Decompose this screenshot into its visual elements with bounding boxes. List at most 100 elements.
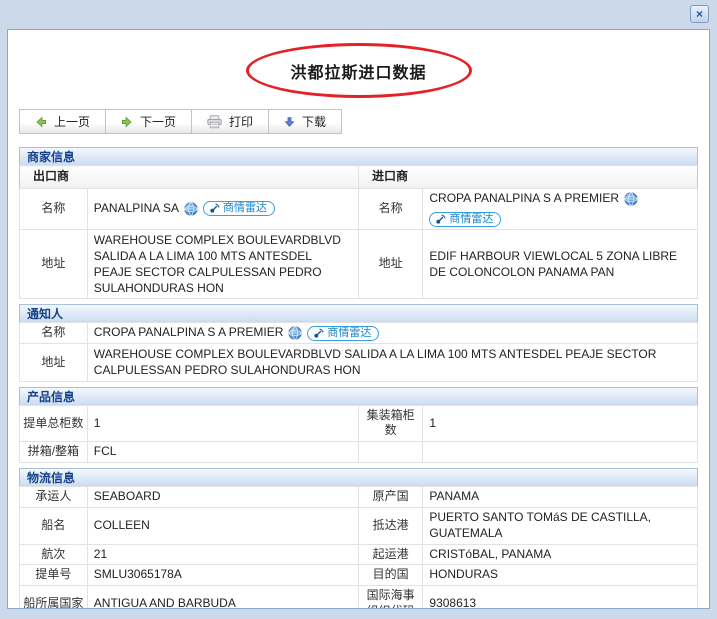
- radar-badge-label: 商情雷达: [327, 327, 371, 340]
- exporter-column-header: 出口商: [20, 166, 359, 189]
- section-header-notify: 通知人: [19, 304, 698, 322]
- section-merchant-info: 商家信息 出口商 进口商 名称 PANALPINA SA: [19, 147, 698, 299]
- field-value: CRISTóBAL, PANAMA: [423, 544, 698, 565]
- field-value: COLLEEN: [87, 507, 358, 544]
- exporter-name-value: PANALPINA SA: [94, 201, 179, 217]
- field-label: 名称: [358, 188, 422, 229]
- prev-page-button[interactable]: 上一页: [19, 109, 106, 134]
- notify-address-value: WAREHOUSE COMPLEX BOULEVARDBLVD SALIDA A…: [87, 344, 697, 381]
- red-ellipse-annotation: 洪都拉斯进口数据: [246, 43, 472, 98]
- field-value: PUERTO SANTO TOMáS DE CASTILLA, GUATEMAL…: [423, 507, 698, 544]
- print-label: 打印: [229, 113, 253, 130]
- radar-icon: [209, 203, 220, 214]
- table-row: 名称 PANALPINA SA: [20, 188, 698, 229]
- field-value: HONDURAS: [423, 565, 698, 586]
- field-value: [423, 442, 698, 463]
- field-value: FCL: [87, 442, 358, 463]
- field-value: PANAMA: [423, 487, 698, 508]
- logistics-table: 承运人 SEABOARD 原产国 PANAMA 船名 COLLEEN 抵达港 P…: [19, 486, 698, 609]
- field-label: 承运人: [20, 487, 88, 508]
- shangqing-radar-badge[interactable]: 商情雷达: [429, 212, 501, 227]
- close-icon: ×: [696, 7, 703, 21]
- download-arrow-icon: [284, 116, 295, 128]
- field-label: 起运港: [358, 544, 422, 565]
- radar-badge-label: 商情雷达: [223, 202, 267, 215]
- product-table: 提单总柜数 1 集装箱柜数 1 拼箱/整箱 FCL: [19, 405, 698, 463]
- dialog-window: × 洪都拉斯进口数据 上一页 下一页: [0, 0, 717, 619]
- field-value: SEABOARD: [87, 487, 358, 508]
- field-label: 地址: [20, 229, 88, 299]
- field-label: 抵达港: [358, 507, 422, 544]
- importer-name-value: CROPA PANALPINA S A PREMIER: [429, 191, 619, 207]
- next-page-label: 下一页: [140, 113, 176, 130]
- table-row: 提单总柜数 1 集装箱柜数 1: [20, 405, 698, 442]
- field-label: 地址: [20, 344, 88, 381]
- field-value: ANTIGUA AND BARBUDA: [87, 586, 358, 609]
- field-label: 目的国: [358, 565, 422, 586]
- title-area: 洪都拉斯进口数据: [19, 43, 698, 103]
- table-row: 地址 WAREHOUSE COMPLEX BOULEVARDBLVD SALID…: [20, 229, 698, 299]
- table-row: 出口商 进口商: [20, 166, 698, 189]
- table-row: 地址 WAREHOUSE COMPLEX BOULEVARDBLVD SALID…: [20, 344, 698, 381]
- table-row: 航次 21 起运港 CRISTóBAL, PANAMA: [20, 544, 698, 565]
- merchant-table: 出口商 进口商 名称 PANALPINA SA: [19, 165, 698, 299]
- close-button[interactable]: ×: [690, 5, 709, 23]
- toolbar: 上一页 下一页 打印: [19, 109, 342, 134]
- table-row: 名称 CROPA PANALPINA S A PREMIER: [20, 323, 698, 344]
- arrow-left-icon: [35, 116, 47, 128]
- shangqing-radar-badge[interactable]: 商情雷达: [203, 201, 275, 216]
- section-header-product: 产品信息: [19, 387, 698, 405]
- field-value: 1: [423, 405, 698, 442]
- field-label: 船所属国家: [20, 586, 88, 609]
- field-label: 地址: [358, 229, 422, 299]
- field-label: 提单号: [20, 565, 88, 586]
- field-label: 航次: [20, 544, 88, 565]
- globe-icon[interactable]: [288, 326, 302, 340]
- notify-name-value: CROPA PANALPINA S A PREMIER: [94, 325, 284, 341]
- field-value: 1: [87, 405, 358, 442]
- exporter-name-cell: PANALPINA SA: [87, 188, 358, 229]
- field-label: 名称: [20, 188, 88, 229]
- section-notify-party: 通知人 名称 CROPA PANALPINA S A PREMIER: [19, 304, 698, 381]
- table-row: 船所属国家 ANTIGUA AND BARBUDA 国际海事组织代码 93086…: [20, 586, 698, 609]
- section-header-merchant: 商家信息: [19, 147, 698, 165]
- next-page-button[interactable]: 下一页: [105, 109, 192, 134]
- field-label: [358, 442, 422, 463]
- notify-table: 名称 CROPA PANALPINA S A PREMIER: [19, 322, 698, 381]
- importer-address-value: EDIF HARBOUR VIEWLOCAL 5 ZONA LIBRE DE C…: [423, 229, 698, 299]
- field-value: 9308613: [423, 586, 698, 609]
- field-label: 拼箱/整箱: [20, 442, 88, 463]
- radar-icon: [435, 214, 446, 225]
- table-row: 拼箱/整箱 FCL: [20, 442, 698, 463]
- table-row: 船名 COLLEEN 抵达港 PUERTO SANTO TOMáS DE CAS…: [20, 507, 698, 544]
- printer-icon: [207, 115, 222, 129]
- arrow-right-icon: [121, 116, 133, 128]
- field-value: 21: [87, 544, 358, 565]
- prev-page-label: 上一页: [54, 113, 90, 130]
- dialog-panel: 洪都拉斯进口数据 上一页 下一页: [7, 29, 710, 609]
- field-label: 船名: [20, 507, 88, 544]
- page-title: 洪都拉斯进口数据: [290, 59, 426, 83]
- importer-name-cell: CROPA PANALPINA S A PREMIER: [423, 188, 698, 229]
- shangqing-radar-badge[interactable]: 商情雷达: [307, 326, 379, 341]
- section-product-info: 产品信息 提单总柜数 1 集装箱柜数 1 拼箱/整箱 FCL: [19, 387, 698, 463]
- field-label: 名称: [20, 323, 88, 344]
- importer-column-header: 进口商: [358, 166, 697, 189]
- download-label: 下载: [302, 113, 326, 130]
- table-row: 承运人 SEABOARD 原产国 PANAMA: [20, 487, 698, 508]
- exporter-address-value: WAREHOUSE COMPLEX BOULEVARDBLVD SALIDA A…: [87, 229, 358, 299]
- field-label: 提单总柜数: [20, 405, 88, 442]
- section-logistics-info: 物流信息 承运人 SEABOARD 原产国 PANAMA 船名 COLLEEN …: [19, 468, 698, 609]
- globe-icon[interactable]: [624, 192, 638, 206]
- section-header-logistics: 物流信息: [19, 468, 698, 486]
- radar-badge-label: 商情雷达: [449, 213, 493, 226]
- dialog-titlebar: ×: [0, 0, 717, 29]
- radar-icon: [313, 328, 324, 339]
- download-button[interactable]: 下载: [268, 109, 342, 134]
- globe-icon[interactable]: [184, 202, 198, 216]
- field-label: 原产国: [358, 487, 422, 508]
- field-label: 国际海事组织代码: [358, 586, 422, 609]
- notify-name-cell: CROPA PANALPINA S A PREMIER: [87, 323, 697, 344]
- print-button[interactable]: 打印: [191, 109, 269, 134]
- field-label: 集装箱柜数: [358, 405, 422, 442]
